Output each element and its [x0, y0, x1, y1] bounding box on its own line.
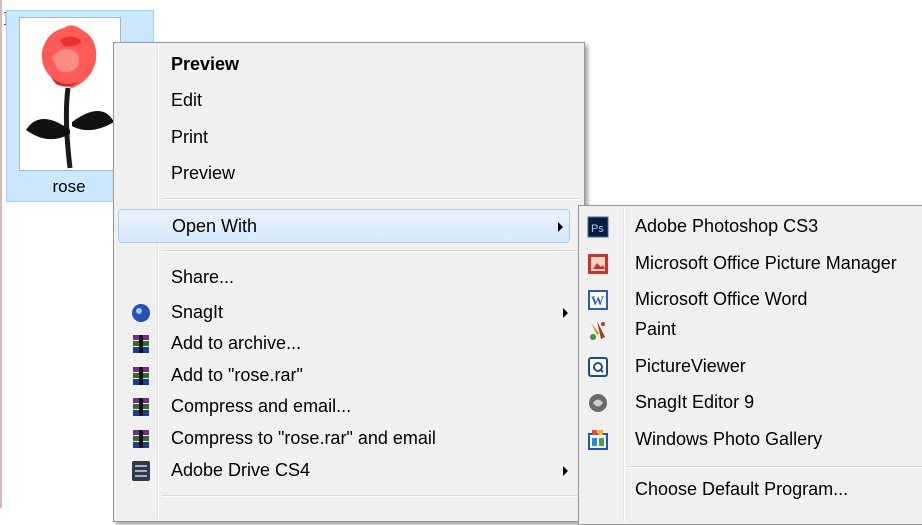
menu-item-label: Paint	[635, 319, 677, 339]
winrar-icon	[130, 365, 152, 387]
menu-item-label: Edit	[171, 90, 203, 110]
menu-item-share[interactable]: Share...	[116, 263, 582, 293]
menu-item-adobe-drive[interactable]: Adobe Drive CS4	[116, 456, 582, 486]
submenu-arrow-icon	[563, 308, 568, 318]
menu-separator	[162, 198, 580, 200]
winrar-icon	[130, 333, 152, 355]
winrar-icon	[130, 428, 152, 450]
context-menu: Preview Edit Print Preview Open With Sha…	[113, 42, 585, 522]
menu-item-label: Compress to "rose.rar" and email	[171, 428, 436, 448]
menu-item-add-to-archive[interactable]: Add to archive...	[116, 329, 582, 359]
adobe-drive-icon	[130, 460, 152, 482]
menu-item-label: SnagIt	[171, 302, 224, 322]
menu-item-compress-and-email[interactable]: Compress and email...	[116, 392, 582, 422]
menu-item-label: Add to archive...	[171, 333, 302, 353]
rose-thumbnail	[19, 17, 121, 171]
menu-item-label: Adobe Drive CS4	[171, 460, 311, 480]
menu-item-label: Compress and email...	[171, 396, 352, 416]
open-with-submenu: Ps Adobe Photoshop CS3 Microsoft Office …	[578, 205, 922, 525]
menu-item-choose-default-program[interactable]: Choose Default Program...	[581, 477, 922, 507]
menu-item-label: PictureViewer	[635, 356, 746, 376]
menu-item-snagit-editor[interactable]: SnagIt Editor 9	[581, 390, 922, 420]
menu-item-edit[interactable]: Edit	[116, 86, 582, 116]
menu-item-label: Share...	[171, 267, 235, 287]
menu-item-label: Preview	[171, 163, 236, 183]
menu-item-compress-to-rose-rar-and-email[interactable]: Compress to "rose.rar" and email	[116, 424, 582, 454]
menu-item-picture-manager[interactable]: Microsoft Office Picture Manager	[581, 251, 922, 281]
rose-image	[26, 25, 114, 169]
menu-item-pictureviewer[interactable]: PictureViewer	[581, 354, 922, 384]
svg-text:Ps: Ps	[591, 223, 604, 235]
menu-item-label: Windows Photo Gallery	[635, 429, 823, 449]
menu-item-label: Open With	[172, 216, 258, 236]
menu-item-windows-photo-gallery[interactable]: Windows Photo Gallery	[581, 427, 922, 457]
photoshop-icon: Ps	[587, 216, 609, 238]
snagit-icon	[130, 302, 152, 324]
menu-item-label: Choose Default Program...	[635, 479, 849, 499]
menu-item-office-word[interactable]: W Microsoft Office Word	[581, 287, 922, 317]
menu-item-add-to-rose-rar[interactable]: Add to "rose.rar"	[116, 361, 582, 391]
winrar-icon	[130, 396, 152, 418]
pictureviewer-icon	[587, 356, 609, 378]
menu-item-open-with[interactable]: Open With	[118, 209, 570, 243]
svg-text:W: W	[591, 293, 604, 308]
menu-separator	[162, 495, 580, 497]
paint-icon	[587, 319, 609, 341]
menu-separator	[627, 466, 922, 468]
picture-manager-icon	[587, 253, 609, 275]
menu-item-label: Microsoft Office Picture Manager	[635, 253, 897, 273]
menu-separator	[162, 250, 580, 252]
menu-item-label: Microsoft Office Word	[635, 289, 808, 309]
menu-item-label: Print	[171, 127, 209, 147]
menu-item-snagit[interactable]: SnagIt	[116, 298, 582, 328]
menu-item-print[interactable]: Print	[116, 123, 582, 153]
menu-item-adobe-photoshop[interactable]: Ps Adobe Photoshop CS3	[581, 214, 922, 244]
menu-item-label: SnagIt Editor 9	[635, 392, 755, 412]
word-icon: W	[587, 289, 609, 311]
menu-item-preview-default[interactable]: Preview	[116, 50, 582, 80]
window-edge	[0, 0, 2, 508]
menu-item-label: Adobe Photoshop CS3	[635, 216, 819, 236]
menu-item-label: Preview	[171, 54, 240, 74]
submenu-arrow-icon	[563, 466, 568, 476]
menu-item-label: Add to "rose.rar"	[171, 365, 303, 385]
snagit-editor-icon	[587, 392, 609, 414]
menu-item-paint[interactable]: Paint	[581, 317, 922, 347]
photo-gallery-icon	[587, 429, 609, 451]
menu-item-preview[interactable]: Preview	[116, 159, 582, 189]
submenu-arrow-icon	[558, 222, 563, 232]
